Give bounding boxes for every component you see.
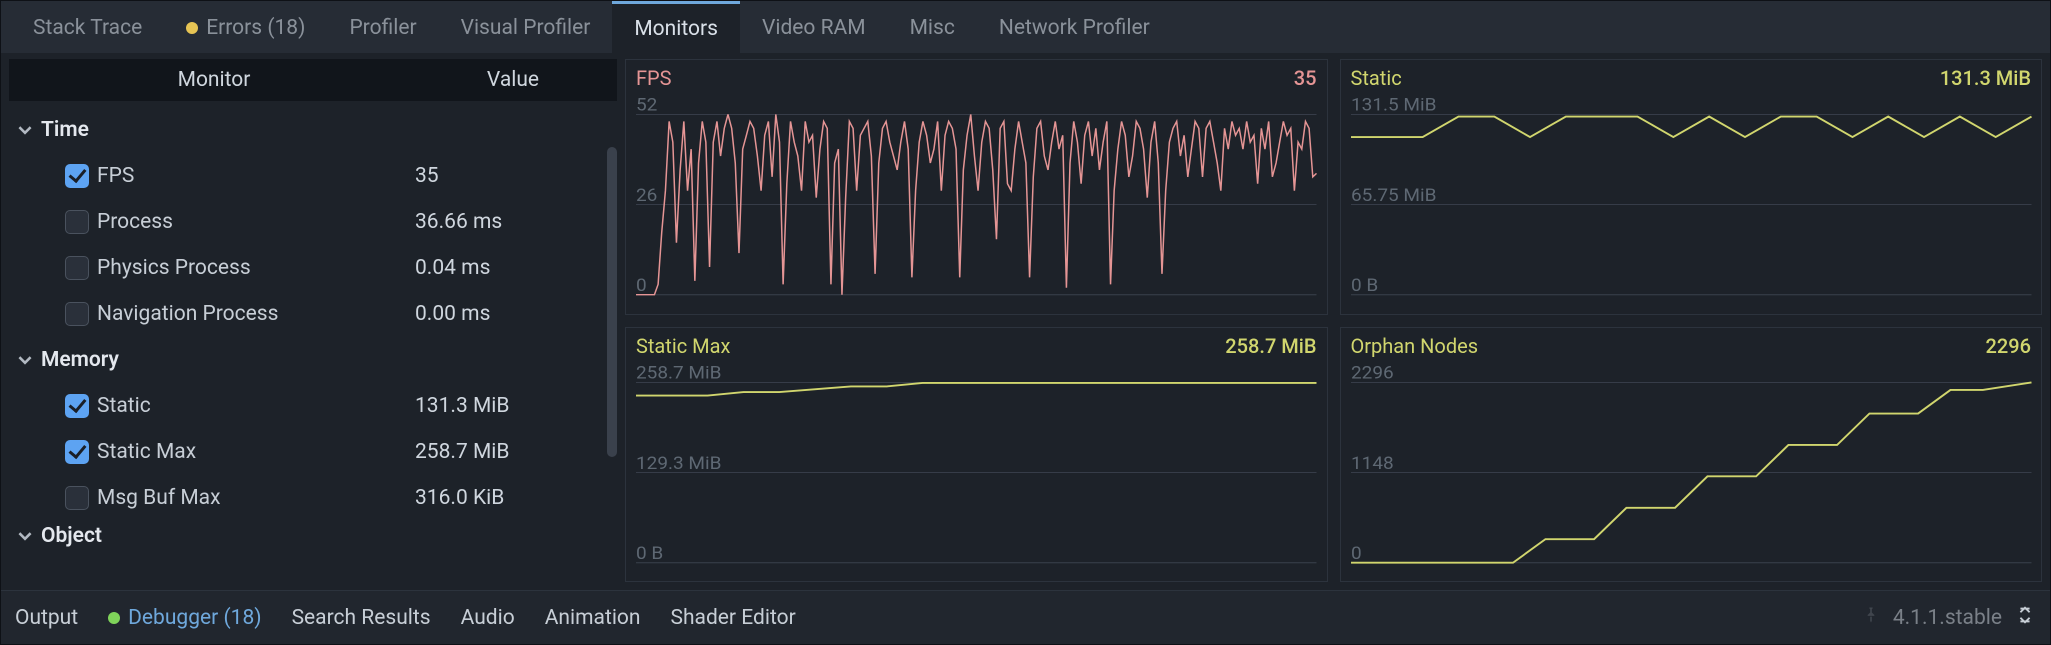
svg-text:1148: 1148 [1351,453,1394,473]
checkbox[interactable] [65,302,89,326]
bottom-tab-audio[interactable]: Audio [461,606,515,630]
group-label: Object [41,524,102,548]
monitor-value: 0.00 ms [415,302,617,326]
checkbox[interactable] [65,210,89,234]
svg-text:0 B: 0 B [1351,275,1378,295]
tab-profiler[interactable]: Profiler [327,1,438,53]
bottom-tab-search-results[interactable]: Search Results [292,606,431,630]
monitor-tree-header: Monitor Value [9,59,617,101]
tab-label: Animation [545,606,641,630]
tab-visual-profiler[interactable]: Visual Profiler [439,1,613,53]
chart-static[interactable]: Static 131.3 MiB 131.5 MiB 65.75 MiB 0 B [1340,59,2043,315]
svg-text:129.3 MiB: 129.3 MiB [636,453,721,473]
monitor-item-physics-process[interactable]: Physics Process 0.04 ms [9,245,617,291]
debugger-panel: Stack Trace Errors (18) Profiler Visual … [0,0,2051,645]
pin-icon[interactable] [1861,605,1881,631]
bottom-tab-output[interactable]: Output [15,606,78,630]
tab-label: Debugger (18) [128,606,261,630]
monitor-value: 316.0 KiB [415,486,617,510]
checkbox[interactable] [65,440,89,464]
tab-network-profiler[interactable]: Network Profiler [977,1,1172,53]
warning-dot-icon [186,22,198,34]
checkbox[interactable] [65,164,89,188]
tab-label: Audio [461,606,515,630]
tab-stack-trace[interactable]: Stack Trace [11,1,164,53]
header-value-col[interactable]: Value [419,68,617,92]
debugger-tabs: Stack Trace Errors (18) Profiler Visual … [1,1,2050,53]
tab-monitors[interactable]: Monitors [612,1,740,53]
tab-video-ram[interactable]: Video RAM [740,1,888,53]
bottom-tab-debugger[interactable]: Debugger (18) [108,606,261,630]
tab-label: Network Profiler [999,16,1150,40]
chevron-down-icon [17,352,33,368]
monitor-item-navigation-process[interactable]: Navigation Process 0.00 ms [9,291,617,337]
svg-text:0: 0 [636,275,647,295]
checkbox[interactable] [65,256,89,280]
svg-text:258.7 MiB: 258.7 MiB [636,363,721,383]
tab-label: Visual Profiler [461,16,591,40]
monitor-label: Navigation Process [97,302,407,326]
svg-text:2296: 2296 [1351,363,1394,383]
chevron-down-icon [17,122,33,138]
monitor-label: Process [97,210,407,234]
group-label: Time [41,118,89,142]
monitor-item-static[interactable]: Static 131.3 MiB [9,383,617,429]
monitor-tree: Monitor Value Time FPS 35 [9,59,617,590]
bottom-dock-tabs: Output Debugger (18) Search Results Audi… [1,590,2050,644]
tab-label: Stack Trace [33,16,142,40]
bottom-tab-animation[interactable]: Animation [545,606,641,630]
header-monitor-col[interactable]: Monitor [9,68,419,92]
monitor-label: Msg Buf Max [97,486,407,510]
version-label[interactable]: 4.1.1.stable [1893,606,2002,630]
scrollbar[interactable] [607,147,617,457]
checkbox[interactable] [65,486,89,510]
bottom-tab-shader-editor[interactable]: Shader Editor [671,606,796,630]
monitor-value: 258.7 MiB [415,440,617,464]
monitor-tree-body[interactable]: Time FPS 35 Process 36.66 ms P [9,101,617,590]
checkbox[interactable] [65,394,89,418]
monitor-item-fps[interactable]: FPS 35 [9,153,617,199]
tab-label: Errors (18) [206,16,305,40]
monitor-group-time[interactable]: Time [9,107,617,153]
monitor-label: FPS [97,164,407,188]
svg-text:52: 52 [636,95,657,115]
monitor-value: 0.04 ms [415,256,617,280]
chevron-down-icon [17,528,33,544]
monitor-item-msg-buf-max[interactable]: Msg Buf Max 316.0 KiB [9,475,617,521]
monitors-main: Monitor Value Time FPS 35 [1,53,2050,590]
tab-label: Output [15,606,78,630]
tab-label: Search Results [292,606,431,630]
chart-fps[interactable]: FPS 35 52 26 0 [625,59,1328,315]
tab-label: Profiler [349,16,416,40]
version-area: 4.1.1.stable [1861,604,2036,632]
monitor-value: 131.3 MiB [415,394,617,418]
tab-label: Misc [910,16,955,40]
svg-text:26: 26 [636,185,657,205]
tab-label: Video RAM [762,16,866,40]
svg-text:65.75 MiB: 65.75 MiB [1351,185,1436,205]
monitor-group-memory[interactable]: Memory [9,337,617,383]
monitor-label: Physics Process [97,256,407,280]
monitor-item-static-max[interactable]: Static Max 258.7 MiB [9,429,617,475]
monitor-item-process[interactable]: Process 36.66 ms [9,199,617,245]
monitor-value: 36.66 ms [415,210,617,234]
running-dot-icon [108,612,120,624]
svg-text:0: 0 [1351,543,1362,563]
chart-orphan-nodes[interactable]: Orphan Nodes 2296 2296 1148 0 [1340,327,2043,583]
tab-label: Monitors [634,17,718,41]
monitor-label: Static [97,394,407,418]
chart-static-max[interactable]: Static Max 258.7 MiB 258.7 MiB 129.3 MiB… [625,327,1328,583]
group-label: Memory [41,348,119,372]
monitor-charts: FPS 35 52 26 0 Static 131.3 MiB [625,59,2042,590]
expand-bottom-panel-icon[interactable] [2014,604,2036,632]
tab-label: Shader Editor [671,606,796,630]
tab-errors[interactable]: Errors (18) [164,1,327,53]
monitor-group-object[interactable]: Object [9,521,617,551]
tab-misc[interactable]: Misc [888,1,977,53]
monitor-label: Static Max [97,440,407,464]
svg-text:131.5 MiB: 131.5 MiB [1351,95,1436,115]
svg-text:0 B: 0 B [636,543,663,563]
monitor-value: 35 [415,164,617,188]
